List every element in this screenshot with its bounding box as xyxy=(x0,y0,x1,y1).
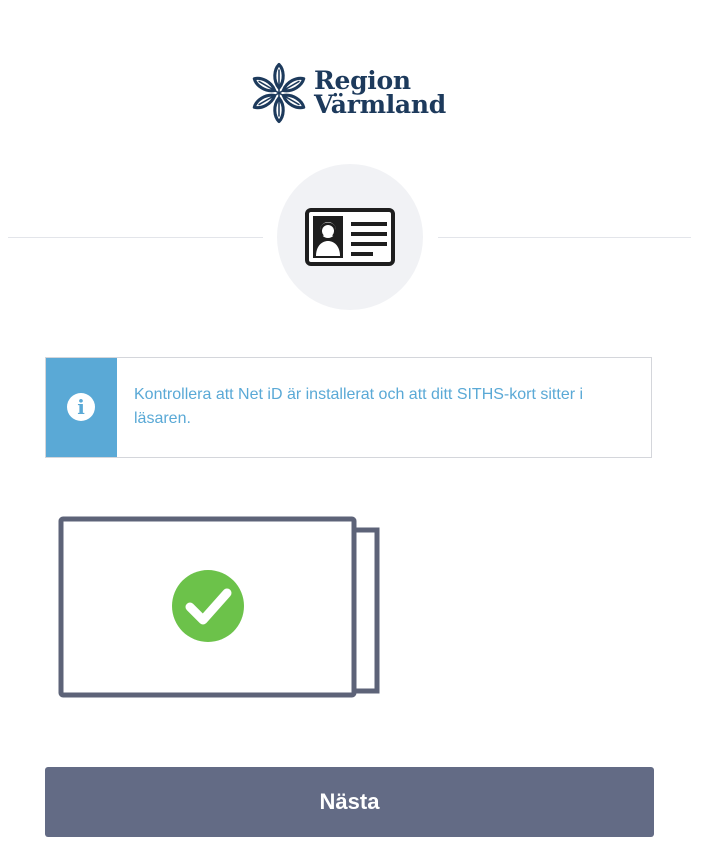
info-icon: i xyxy=(67,393,95,421)
info-stripe: i xyxy=(46,358,117,457)
id-card-icon xyxy=(305,208,395,266)
region-varmland-logo: Region Värmland xyxy=(248,62,446,124)
checkmark-icon xyxy=(172,570,244,642)
logo-line-2: Värmland xyxy=(314,90,446,119)
logo-text: Region Värmland xyxy=(314,68,446,119)
info-message: Kontrollera att Net iD är installerat oc… xyxy=(134,386,584,427)
info-message-box: i Kontrollera att Net iD är installerat … xyxy=(45,357,652,458)
id-card-badge xyxy=(277,164,423,310)
next-button[interactable]: Nästa xyxy=(45,767,654,837)
divider-right xyxy=(438,237,691,238)
flower-star-icon xyxy=(252,62,306,124)
card-reader-illustration xyxy=(58,516,380,698)
divider-left xyxy=(8,237,263,238)
